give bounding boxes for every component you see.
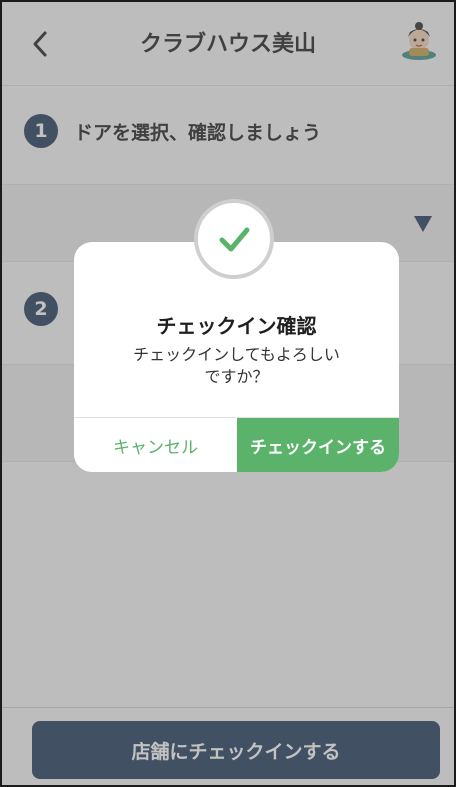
checkin-screen: クラブハウス美山 1 ドアを選択、確認しましょう 2 店舗にチェックインする チ…: [0, 0, 456, 787]
dialog-message: チェックインしてもよろしい ですか？: [114, 344, 359, 388]
confirm-checkin-button[interactable]: チェックインする: [237, 418, 399, 472]
success-badge: [194, 199, 274, 279]
cancel-button[interactable]: キャンセル: [74, 418, 237, 472]
dialog-actions: キャンセル チェックインする: [74, 417, 399, 472]
dialog-message-line: チェックインしてもよろしい: [133, 345, 340, 364]
dialog-title: チェックイン確認: [156, 314, 317, 338]
dialog-message-line: ですか？: [204, 367, 269, 386]
checkmark-icon: [219, 227, 250, 252]
